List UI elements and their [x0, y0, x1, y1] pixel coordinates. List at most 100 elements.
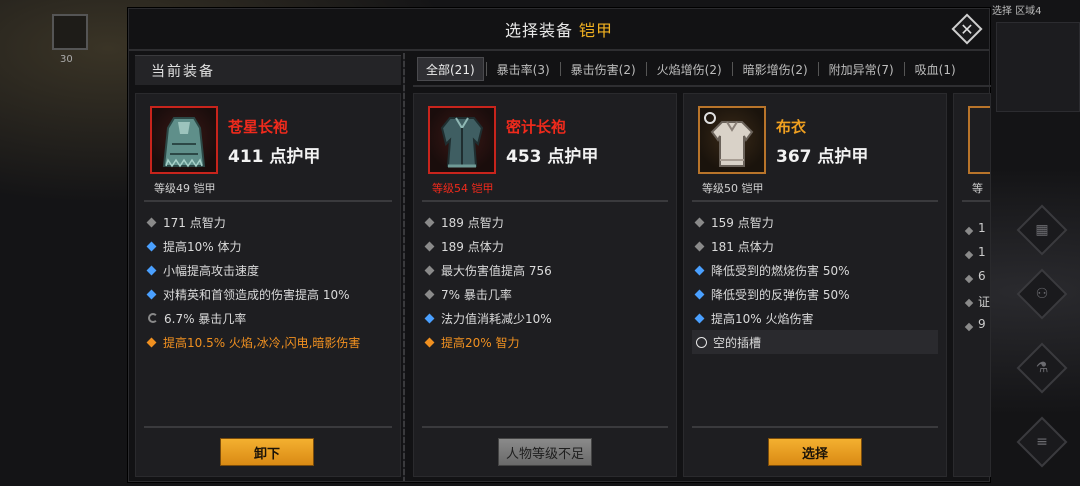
- stat-line: 6.7% 暴击几率: [144, 306, 392, 330]
- stat-diamond-icon: [694, 313, 705, 323]
- stat-diamond-icon: [694, 265, 705, 275]
- select-button[interactable]: 选择: [768, 438, 862, 466]
- close-button[interactable]: ✕: [951, 13, 983, 45]
- skill-slot-count: 30: [60, 54, 73, 65]
- stat-diamond-icon: [964, 226, 974, 236]
- stat-text: 6: [978, 269, 986, 283]
- stat-text: 法力值消耗减少10%: [441, 311, 552, 326]
- current-item-card: 苍星长袍 411 点护甲 等级49 铠甲 171 点智力 提高10% 体力 小幅…: [135, 93, 401, 477]
- list-icon: ≡: [1036, 434, 1048, 450]
- stat-line-legendary: 提高10.5% 火焰,冰冷,闪电,暗影伤害: [144, 330, 392, 354]
- item-level: 等: [972, 182, 983, 195]
- stat-text: 对精英和首领造成的伤害提高 10%: [163, 287, 350, 302]
- tabs-divider: [413, 85, 991, 87]
- tab-separator: [645, 62, 647, 76]
- stat-text: 提高10% 火焰伤害: [711, 311, 814, 326]
- stat-diamond-icon: [146, 289, 157, 299]
- stat-line: 提高10% 体力: [144, 234, 392, 258]
- tab-shadow-damage[interactable]: 暗影增伤(2): [735, 57, 816, 81]
- stat-text: 提高10% 体力: [163, 239, 242, 254]
- tab-lifesteal[interactable]: 吸血(1): [907, 57, 964, 81]
- stat-diamond-icon: [146, 217, 157, 227]
- item-thumbnail[interactable]: [698, 106, 766, 174]
- stat-line: 181 点体力: [692, 234, 938, 258]
- item-thumbnail: [968, 106, 990, 174]
- stat-line: 189 点体力: [422, 234, 668, 258]
- stat-text: 证: [978, 295, 991, 309]
- stat-diamond-icon: [424, 217, 435, 227]
- tab-separator: [817, 62, 819, 76]
- stat-diamond-icon: [964, 322, 974, 332]
- minimap: [996, 22, 1080, 112]
- candidate-item-card[interactable]: 密计长袍 453 点护甲 等级54 铠甲 189 点智力 189 点体力 最大伤…: [413, 93, 677, 477]
- item-thumbnail[interactable]: [428, 106, 496, 174]
- tab-fire-damage[interactable]: 火焰增伤(2): [649, 57, 730, 81]
- level-insufficient-button[interactable]: 人物等级不足: [498, 438, 592, 466]
- tab-crit-rate[interactable]: 暴击率(3): [489, 57, 558, 81]
- stat-line-legendary: 提高20% 智力: [422, 330, 668, 354]
- dialog-header: 选择装备 铠甲 ✕: [129, 9, 989, 49]
- tab-crit-damage[interactable]: 暴击伤害(2): [563, 57, 644, 81]
- candidate-item-card[interactable]: 布衣 367 点护甲 等级50 铠甲 159 点智力 181 点体力 降低受到的…: [683, 93, 947, 477]
- stat-text: 降低受到的反弹伤害 50%: [711, 287, 850, 302]
- stat-text: 降低受到的燃烧伤害 50%: [711, 263, 850, 278]
- robe-icon: [162, 117, 206, 168]
- item-name: 密计长袍: [506, 118, 567, 136]
- stat-diamond-icon: [694, 241, 705, 251]
- stat-diamond-icon: [424, 241, 435, 251]
- item-level: 等级50 铠甲: [702, 182, 764, 195]
- next-item-card-partial[interactable]: 等 1 1 6 证 9: [953, 93, 991, 477]
- stat-text: 189 点体力: [441, 239, 504, 254]
- shirt-icon: [710, 121, 754, 167]
- coat-icon: [440, 117, 484, 168]
- card-divider: [422, 200, 668, 202]
- item-level: 等级54 铠甲: [432, 182, 494, 195]
- item-armor: 367 点护甲: [776, 147, 869, 167]
- tab-all[interactable]: 全部(21): [417, 57, 484, 81]
- tab-extra-status[interactable]: 附加异常(7): [821, 57, 902, 81]
- skill-slot-icon: [52, 14, 88, 50]
- stat-diamond-icon: [964, 298, 974, 308]
- stat-line: 189 点智力: [422, 210, 668, 234]
- close-icon: ✕: [960, 19, 974, 39]
- dialog-title-category: 铠甲: [579, 21, 614, 40]
- stat-text: 1: [978, 245, 986, 259]
- stat-text: 1: [978, 221, 986, 235]
- unequip-button[interactable]: 卸下: [220, 438, 314, 466]
- item-thumbnail[interactable]: [150, 106, 218, 174]
- people-icon: ⚇: [1035, 286, 1049, 302]
- stat-line: 7% 暴击几率: [422, 282, 668, 306]
- item-stats: 171 点智力 提高10% 体力 小幅提高攻击速度 对精英和首领造成的伤害提高 …: [144, 210, 392, 354]
- tab-separator: [731, 62, 733, 76]
- card-divider: [692, 200, 938, 202]
- stat-line: 降低受到的燃烧伤害 50%: [692, 258, 938, 282]
- stat-text: 7% 暴击几率: [441, 287, 512, 302]
- stat-diamond-icon: [424, 313, 435, 323]
- stat-text: 小幅提高攻击速度: [163, 263, 260, 278]
- stat-diamond-icon: [964, 250, 974, 260]
- card-bottom-divider: [422, 426, 668, 428]
- stat-text: 提高10.5% 火焰,冰冷,闪电,暗影伤害: [163, 335, 361, 350]
- item-name: 布衣: [776, 118, 807, 136]
- stat-line: 法力值消耗减少10%: [422, 306, 668, 330]
- tab-separator: [903, 62, 905, 76]
- reroll-icon: [148, 313, 158, 323]
- equipment-select-dialog: 选择装备 铠甲 ✕ 当前装备 苍星长袍 411 点护甲 等级49 铠甲 171 …: [128, 8, 991, 482]
- stat-diamond-icon: [424, 289, 435, 299]
- current-equipment-panel: 当前装备 苍星长袍 411 点护甲 等级49 铠甲 171 点智力 提高10% …: [135, 55, 401, 477]
- stat-line: 提高10% 火焰伤害: [692, 306, 938, 330]
- stat-diamond-icon: [146, 337, 157, 347]
- current-equipment-header: 当前装备: [135, 55, 401, 85]
- card-bottom-divider: [692, 426, 938, 428]
- stat-text: 189 点智力: [441, 215, 504, 230]
- card-bottom-divider: [144, 426, 392, 428]
- stat-line: 小幅提高攻击速度: [144, 258, 392, 282]
- dialog-title-text: 选择装备: [504, 21, 573, 40]
- panel-divider: [403, 53, 405, 481]
- stat-line: 171 点智力: [144, 210, 392, 234]
- stat-diamond-icon: [146, 265, 157, 275]
- stat-text: 171 点智力: [163, 215, 226, 230]
- stat-diamond-icon: [694, 289, 705, 299]
- area-label: 选择 区域4: [992, 6, 1042, 17]
- tab-separator: [485, 62, 487, 76]
